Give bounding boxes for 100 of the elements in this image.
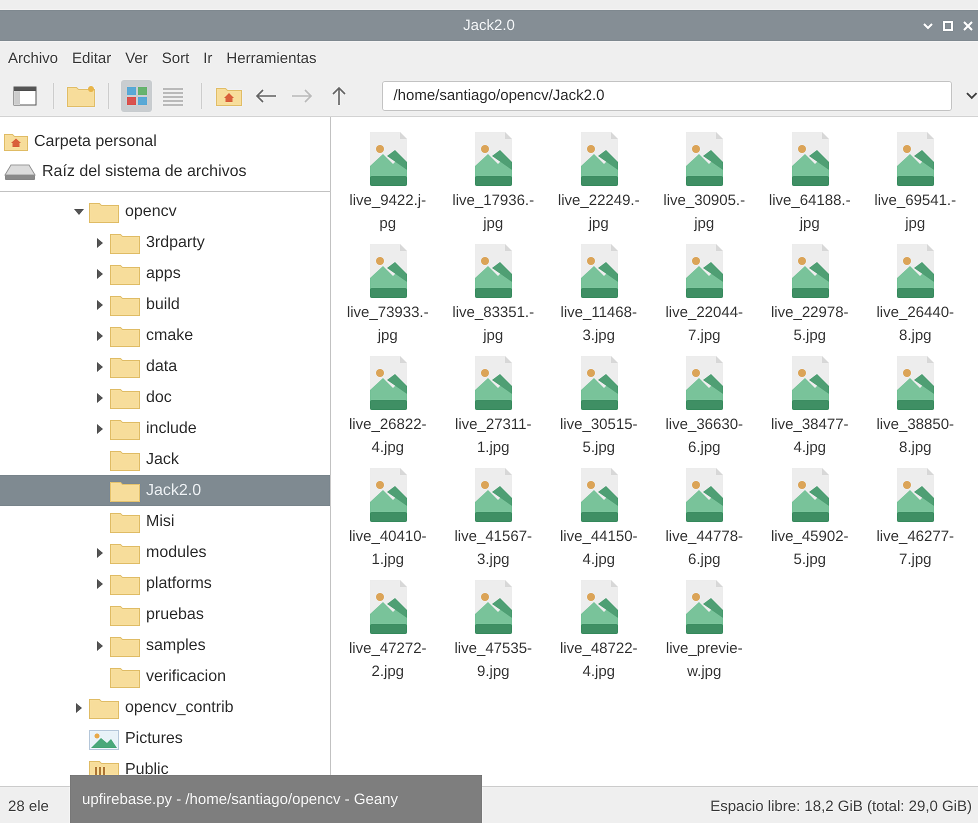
maximize-icon[interactable]	[942, 20, 954, 32]
file-name[interactable]: live_44150- 4.jpg	[560, 525, 638, 571]
tree-item[interactable]: data	[0, 351, 330, 382]
file-name[interactable]: live_45902- 5.jpg	[770, 525, 849, 571]
file-name[interactable]: live_41567- 3.jpg	[454, 525, 532, 571]
tree-item[interactable]: 3rdparty	[0, 227, 330, 258]
folder-icon	[110, 294, 140, 316]
tree-item[interactable]: apps	[0, 258, 330, 289]
file-name[interactable]: live_36630- 6.jpg	[665, 413, 744, 459]
image-file-icon	[474, 244, 512, 298]
file-name[interactable]: live_47535- 9.jpg	[454, 637, 532, 683]
item-count: 28 ele	[8, 798, 49, 814]
menu-item[interactable]: Herramientas	[226, 50, 316, 66]
tree-item[interactable]: include	[0, 413, 330, 444]
image-file-icon	[790, 468, 829, 522]
image-file-icon	[685, 132, 724, 186]
image-file-icon	[790, 356, 829, 410]
view-toggle-button[interactable]	[121, 80, 152, 112]
file-name[interactable]: live_38477- 4.jpg	[770, 413, 849, 459]
menu-item[interactable]: Sort	[162, 50, 190, 66]
file-name[interactable]: live_40410- 1.jpg	[348, 525, 427, 571]
image-file-icon	[896, 244, 934, 298]
folder-icon	[110, 666, 140, 688]
file-name[interactable]: live_30905.- jpg	[663, 189, 746, 235]
file-name[interactable]: live_17936.- jpg	[452, 189, 534, 235]
file-name[interactable]: live_22249.- jpg	[558, 189, 640, 235]
folder-icon	[110, 418, 140, 440]
folder-icon	[110, 324, 140, 346]
file-name[interactable]: live_27311- 1.jpg	[455, 413, 532, 459]
menu-item[interactable]: Editar	[72, 50, 112, 66]
file-name[interactable]: live_47272- 2.jpg	[348, 637, 427, 683]
folder-icon	[110, 572, 140, 594]
tree-item[interactable]: opencv	[0, 196, 330, 227]
tree-item[interactable]: build	[0, 289, 330, 320]
file-name[interactable]: live_44778- 6.jpg	[665, 525, 744, 571]
image-file-icon	[685, 468, 724, 522]
folder-icon	[110, 634, 140, 656]
tree-item[interactable]: Misi	[0, 506, 330, 537]
file-name[interactable]: live_22044- 7.jpg	[665, 301, 744, 347]
up-arrow-icon	[331, 86, 348, 106]
folder-icon	[110, 232, 140, 254]
folder-icon	[110, 386, 140, 408]
file-name[interactable]: live_26440- 8.jpg	[876, 301, 954, 347]
menu-item[interactable]: Ver	[125, 50, 148, 66]
menu-item[interactable]: Archivo	[8, 50, 58, 66]
taskbar-tooltip: upfirebase.py - /home/santiago/opencv - Geany	[70, 775, 482, 823]
file-name[interactable]: live_83351.- jpg	[452, 301, 534, 347]
image-file-icon	[580, 132, 618, 186]
list-view-icon	[162, 86, 184, 106]
file-name[interactable]: live_48722- 4.jpg	[560, 637, 638, 683]
file-name[interactable]: live_22978- 5.jpg	[770, 301, 849, 347]
icon-view-icon	[126, 86, 148, 106]
menu-item[interactable]: Ir	[203, 50, 212, 66]
close-icon[interactable]	[962, 20, 974, 32]
image-file-icon	[685, 244, 724, 298]
place-item[interactable]: Carpeta personal	[0, 127, 330, 157]
file-name[interactable]: live_73933.- jpg	[346, 301, 429, 347]
tree-item[interactable]: cmake	[0, 320, 330, 351]
file-name[interactable]: live_46277- 7.jpg	[876, 525, 954, 571]
tree-item[interactable]: doc	[0, 382, 330, 413]
file-name[interactable]: live_9422.j- pg	[349, 189, 426, 235]
image-file-icon	[896, 356, 934, 410]
tree-item[interactable]: opencv_contrib	[0, 692, 330, 723]
home-folder-icon	[4, 133, 28, 151]
file-name[interactable]: live_30515- 5.jpg	[560, 413, 638, 459]
image-file-icon	[896, 468, 934, 522]
image-file-icon	[685, 580, 724, 634]
tree-item[interactable]: Jack	[0, 444, 330, 475]
dropdown-caret-icon[interactable]	[966, 92, 978, 100]
back-arrow-icon	[254, 88, 277, 104]
image-file-icon	[368, 468, 407, 522]
place-item[interactable]: Raíz del sistema de archivos	[0, 157, 330, 187]
image-file-icon	[474, 580, 512, 634]
folder-icon	[110, 604, 140, 626]
folder-icon	[110, 510, 140, 532]
folder-icon	[110, 542, 140, 564]
forward-arrow-icon	[291, 88, 314, 104]
tree-item[interactable]: platforms	[0, 568, 330, 599]
free-space: Espacio libre: 18,2 GiB (total: 29,0 GiB)	[710, 798, 972, 814]
path-field[interactable]: /home/santiago/opencv/Jack2.0	[382, 80, 952, 110]
file-name[interactable]: live_previe- w.jpg	[666, 637, 743, 683]
tree-item[interactable]: samples	[0, 630, 330, 661]
file-name[interactable]: live_11468- 3.jpg	[560, 301, 637, 347]
image-file-icon	[790, 244, 829, 298]
folder-icon	[110, 262, 140, 284]
folder-icon	[110, 480, 140, 502]
file-name[interactable]: live_69541.- jpg	[874, 189, 956, 235]
image-file-icon	[474, 468, 512, 522]
pictures-folder-icon	[89, 728, 119, 750]
file-name[interactable]: live_26822- 4.jpg	[348, 413, 427, 459]
tree-item[interactable]: verificacion	[0, 661, 330, 692]
image-file-icon	[896, 132, 934, 186]
file-name[interactable]: live_64188.- jpg	[768, 189, 851, 235]
file-name[interactable]: live_38850- 8.jpg	[876, 413, 954, 459]
tree-item[interactable]: modules	[0, 537, 330, 568]
image-file-icon	[580, 356, 618, 410]
tree-item[interactable]: Pictures	[0, 723, 330, 754]
tree-item[interactable]: pruebas	[0, 599, 330, 630]
image-file-icon	[580, 244, 618, 298]
drive-icon	[4, 163, 36, 181]
